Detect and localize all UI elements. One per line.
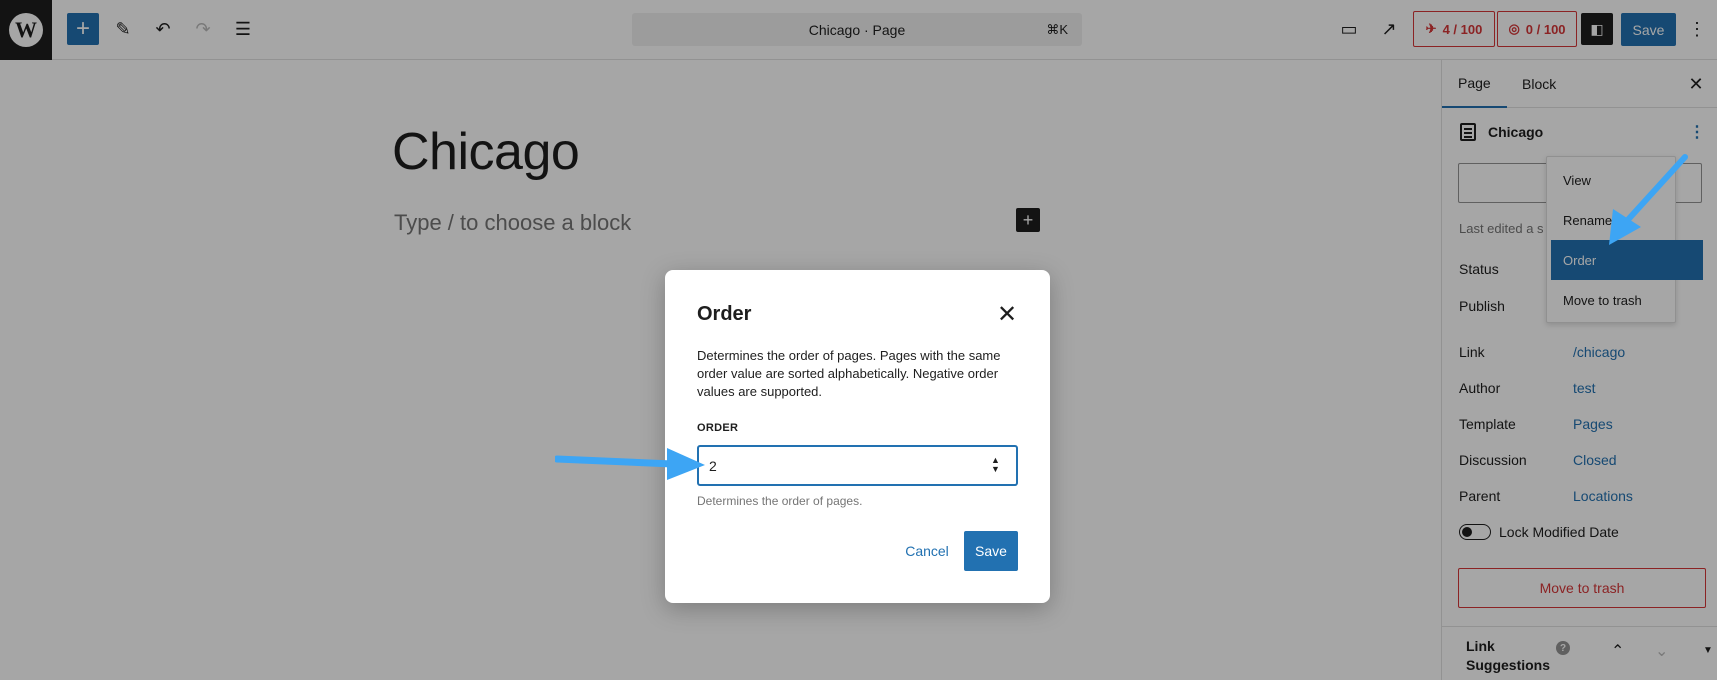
order-field-label: ORDER (697, 422, 739, 434)
dialog-description: Determines the order of pages. Pages wit… (697, 348, 1001, 399)
number-spinner-icon[interactable]: ▲ ▼ (991, 456, 1000, 474)
order-input[interactable] (697, 445, 1018, 486)
close-dialog-button[interactable]: ✕ (995, 300, 1019, 328)
order-help-text: Determines the order of pages. (697, 494, 863, 508)
order-dialog: Order ✕ Determines the order of pages. P… (665, 270, 1050, 603)
cancel-button[interactable]: Cancel (897, 531, 957, 571)
dialog-title: Order (697, 303, 752, 325)
dialog-save-button[interactable]: Save (964, 531, 1018, 571)
close-icon: ✕ (996, 300, 1018, 328)
